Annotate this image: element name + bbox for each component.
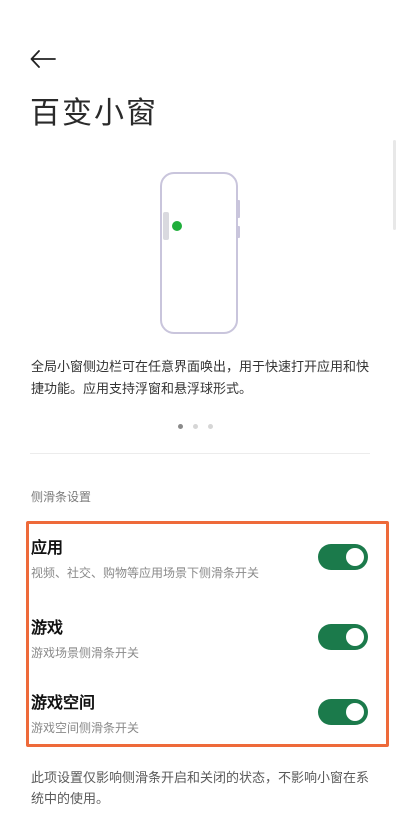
arrow-left-icon <box>30 50 56 68</box>
apps-toggle[interactable] <box>318 544 368 570</box>
floating-ball-dot <box>172 221 182 231</box>
games-toggle[interactable] <box>318 624 368 650</box>
phone-side-button <box>237 226 240 238</box>
side-slider-bar <box>163 212 169 240</box>
toggle-knob <box>346 703 364 721</box>
carousel-dot[interactable] <box>208 424 213 429</box>
carousel-dot-active[interactable] <box>178 424 183 429</box>
page-title: 百变小窗 <box>30 96 158 131</box>
phone-frame <box>160 172 238 334</box>
game-space-toggle[interactable] <box>318 699 368 725</box>
feature-description: 全局小窗侧边栏可在任意界面唤出，用于快速打开应用和快捷功能。应用支持浮窗和悬浮球… <box>31 360 370 397</box>
section-label: 侧滑条设置 <box>31 490 92 504</box>
back-button[interactable] <box>28 44 58 74</box>
setting-row-games[interactable]: 游戏 游戏场景侧滑条开关 <box>31 614 376 661</box>
setting-row-apps[interactable]: 应用 视频、社交、购物等应用场景下侧滑条开关 <box>31 534 376 581</box>
toggle-knob <box>346 548 364 566</box>
carousel-indicator <box>178 424 213 429</box>
footer-note: 此项设置仅影响侧滑条开启和关闭的状态，不影响小窗在系统中的使用。 <box>31 771 370 807</box>
carousel-dot[interactable] <box>193 424 198 429</box>
setting-row-game-space[interactable]: 游戏空间 游戏空间侧滑条开关 <box>31 689 376 736</box>
toggle-knob <box>346 628 364 646</box>
phone-side-button <box>237 200 240 218</box>
scrollbar[interactable] <box>393 140 396 230</box>
divider <box>30 453 370 454</box>
